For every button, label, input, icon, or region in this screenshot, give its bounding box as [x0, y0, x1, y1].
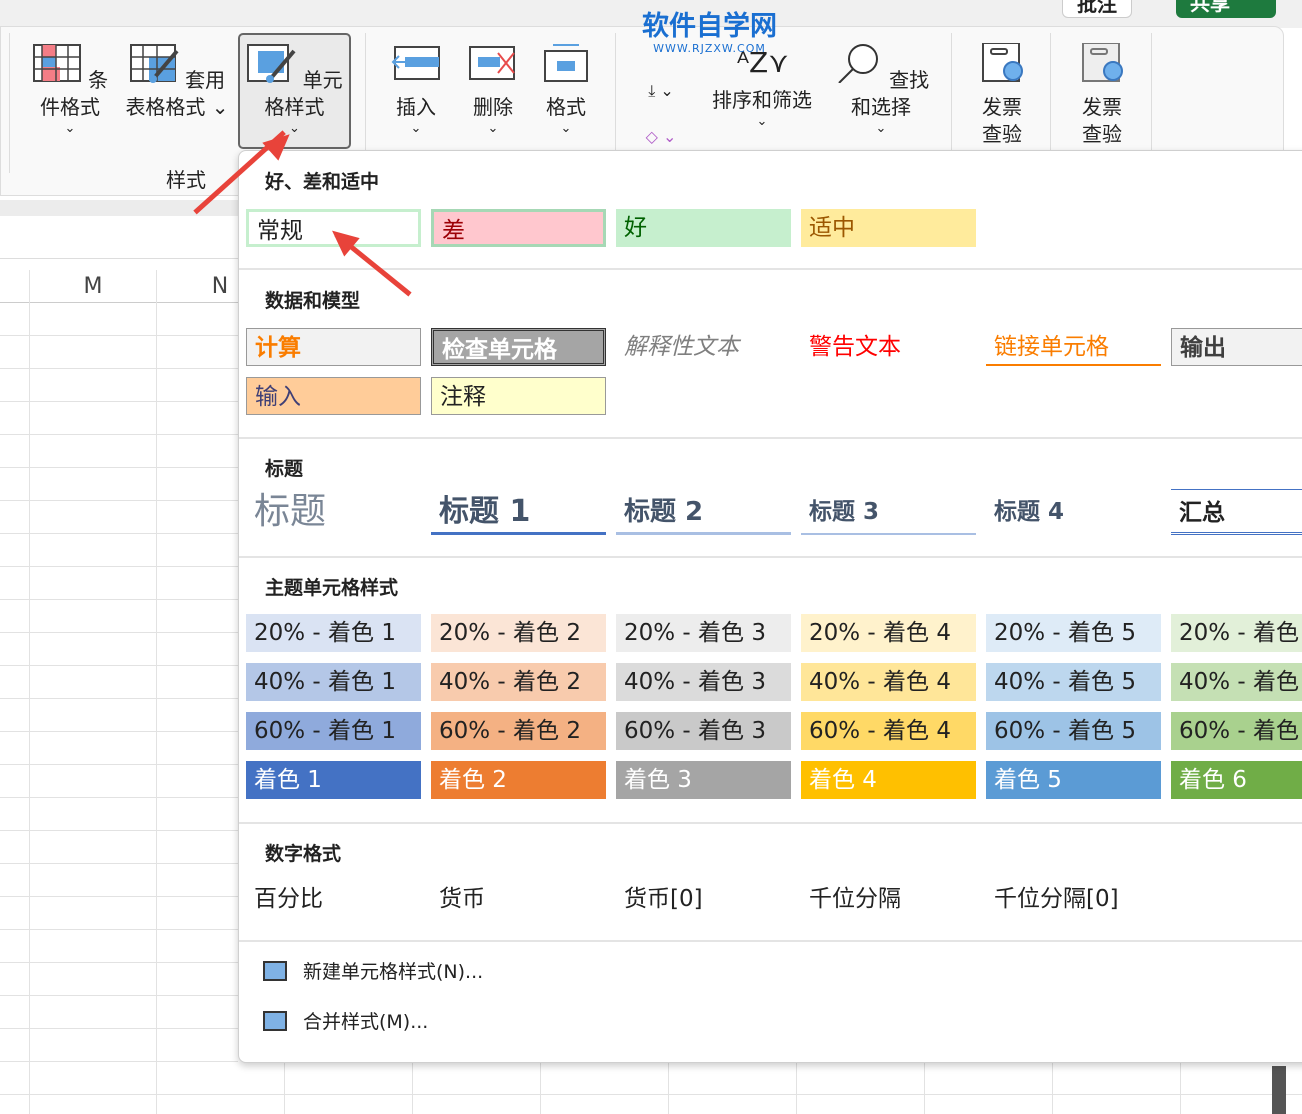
theme-style-cell[interactable]: 40% - 着色 5	[986, 663, 1161, 701]
theme-style-cell[interactable]: 40% - 着色 1	[246, 663, 421, 701]
theme-style-cell[interactable]: 着色 1	[246, 761, 421, 799]
insert-cells-icon	[391, 46, 440, 80]
theme-style-cell[interactable]: 20% - 着色 2	[431, 614, 606, 652]
title-style-cell[interactable]: 标题 4	[986, 489, 1161, 535]
title-style-cell[interactable]: 标题 3	[801, 489, 976, 535]
scrollbar[interactable]	[1272, 1066, 1286, 1114]
theme-style-cell[interactable]: 60% - 着色 6	[1171, 712, 1302, 750]
theme-style-cell[interactable]: 60% - 着色 1	[246, 712, 421, 750]
share-button[interactable]: 共享	[1176, 0, 1276, 18]
theme-style-cell[interactable]: 着色 3	[616, 761, 791, 799]
fill-down-icon: ⤓ ⌄	[648, 81, 674, 100]
style-cell-2[interactable]: 好	[616, 209, 791, 247]
title-style-cell[interactable]: 标题	[246, 489, 421, 535]
data-model-style-cell[interactable]: 输出	[1171, 328, 1302, 366]
invoice-search-icon	[1082, 42, 1123, 82]
data-model-style-cell[interactable]: 计算	[246, 328, 421, 366]
comment-button[interactable]: 批注	[1062, 0, 1132, 18]
format-button[interactable]: 格式 ⌄	[538, 35, 594, 137]
conditional-format-button[interactable]: 条件格式 ⌄	[25, 35, 115, 137]
invoice-search-icon	[982, 42, 1023, 82]
theme-style-cell[interactable]: 着色 5	[986, 761, 1161, 799]
data-model-style-cell[interactable]: 链接单元格	[986, 328, 1161, 366]
theme-style-cell[interactable]: 60% - 着色 3	[616, 712, 791, 750]
format-cells-icon	[544, 44, 588, 82]
column-header-m[interactable]: M	[30, 270, 156, 302]
theme-style-cell[interactable]: 20% - 着色 3	[616, 614, 791, 652]
section-data-model: 数据和模型	[265, 290, 361, 312]
number-style-cell[interactable]: 千位分隔	[801, 880, 976, 918]
merge-styles-icon	[263, 1010, 287, 1031]
merge-styles-item[interactable]: 合并样式(M)...	[263, 1007, 428, 1034]
styles-group-label: 样式	[166, 168, 206, 192]
number-style-cell[interactable]: 千位分隔[0]	[986, 880, 1161, 918]
data-model-style-cell[interactable]: 输入	[246, 377, 421, 415]
section-theme-styles: 主题单元格样式	[265, 577, 399, 599]
invoice-check-button-1[interactable]: 发票 查验	[967, 35, 1037, 148]
delete-button[interactable]: 删除 ⌄	[463, 35, 523, 137]
theme-style-cell[interactable]: 40% - 着色 4	[801, 663, 976, 701]
style-cell-3[interactable]: 适中	[801, 209, 976, 247]
insert-button[interactable]: 插入 ⌄	[386, 35, 446, 137]
title-style-cell[interactable]: 标题 1	[431, 489, 606, 535]
theme-style-cell[interactable]: 着色 4	[801, 761, 976, 799]
section-number-format: 数字格式	[265, 843, 342, 865]
eraser-icon: ◇ ⌄	[645, 127, 677, 146]
table-brush-icon	[129, 44, 179, 83]
find-select-button[interactable]: 查找和选择 ⌄	[826, 35, 936, 137]
delete-cells-icon	[469, 46, 515, 80]
theme-style-cell[interactable]: 60% - 着色 2	[431, 712, 606, 750]
new-style-icon	[263, 960, 287, 981]
format-as-table-button[interactable]: 套用 表格格式 ⌄	[123, 35, 231, 121]
number-style-cell[interactable]: 百分比	[246, 880, 421, 918]
title-style-cell[interactable]: 标题 2	[616, 489, 791, 535]
data-model-style-cell[interactable]: 注释	[431, 377, 606, 415]
new-cell-style-item[interactable]: 新建单元格样式(N)...	[263, 957, 483, 984]
cell-style-brush-icon	[247, 44, 296, 83]
theme-style-cell[interactable]: 20% - 着色 4	[801, 614, 976, 652]
fill-button[interactable]: ⤓ ⌄	[633, 77, 689, 104]
theme-style-cell[interactable]: 40% - 着色 3	[616, 663, 791, 701]
magnifier-icon	[838, 44, 878, 84]
theme-style-cell[interactable]: 20% - 着色 6	[1171, 614, 1302, 652]
number-style-cell[interactable]: 货币	[431, 880, 606, 918]
clear-button[interactable]: ◇ ⌄	[633, 123, 689, 150]
conditional-format-icon	[32, 44, 81, 82]
section-good-bad-neutral: 好、差和适中	[265, 171, 380, 193]
cell-styles-button[interactable]: 单元格样式 ⌄	[238, 33, 351, 149]
theme-style-cell[interactable]: 60% - 着色 5	[986, 712, 1161, 750]
number-style-cell[interactable]: 货币[0]	[616, 880, 791, 918]
theme-style-cell[interactable]: 40% - 着色 2	[431, 663, 606, 701]
theme-style-cell[interactable]: 20% - 着色 5	[986, 614, 1161, 652]
theme-style-cell[interactable]: 着色 2	[431, 761, 606, 799]
data-model-style-cell[interactable]: 警告文本	[801, 328, 976, 366]
section-titles: 标题	[265, 458, 304, 480]
title-style-cell[interactable]: 汇总	[1171, 489, 1302, 535]
theme-style-cell[interactable]: 着色 6	[1171, 761, 1302, 799]
invoice-check-button-2[interactable]: 发票 查验	[1067, 35, 1137, 148]
theme-style-cell[interactable]: 40% - 着色 6	[1171, 663, 1302, 701]
data-model-style-cell[interactable]: 解释性文本	[616, 328, 791, 366]
data-model-style-cell[interactable]: 检查单元格	[431, 328, 606, 366]
watermark-logo: 软件自学网 WWW.RJZXW.COM	[642, 11, 777, 56]
theme-style-cell[interactable]: 20% - 着色 1	[246, 614, 421, 652]
theme-style-cell[interactable]: 60% - 着色 4	[801, 712, 976, 750]
style-cell-1[interactable]: 差	[431, 209, 606, 247]
